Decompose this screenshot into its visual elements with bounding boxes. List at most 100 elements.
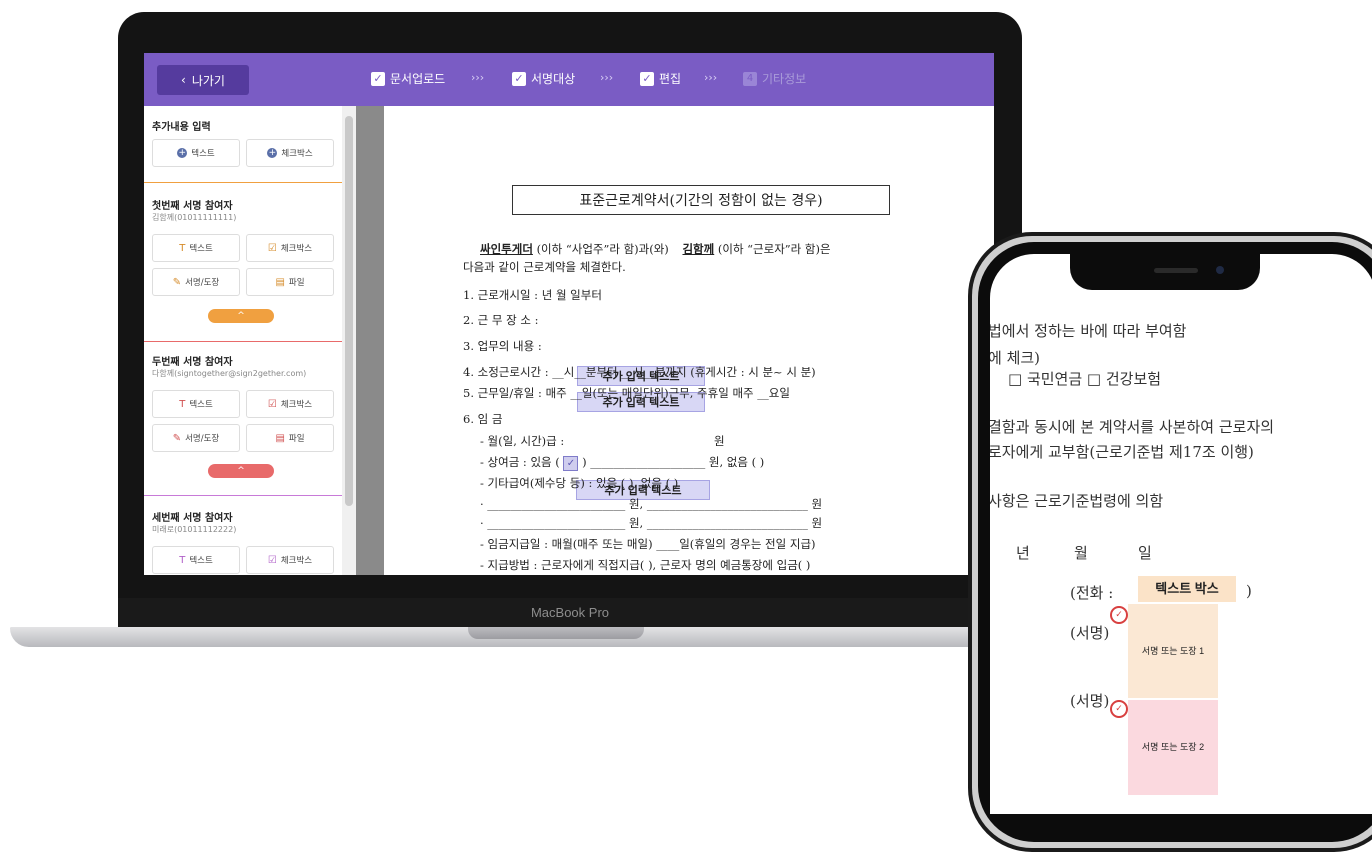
document-page: 표준근로계약서(기간의 정함이 없는 경우) 싸인투게더 (이하 “사업주”라 … xyxy=(384,106,994,575)
date-day-label: 일 xyxy=(1138,544,1152,562)
back-button[interactable]: ‹ 나가기 xyxy=(157,65,249,95)
step-separator: ››› xyxy=(471,71,485,84)
button-label: 텍스트 xyxy=(189,400,213,410)
add-checkbox-button[interactable]: + 체크박스 xyxy=(246,139,334,167)
button-label: 텍스트 xyxy=(189,556,213,566)
step-label: 서명대상 xyxy=(531,72,576,86)
bonus-line: - 상여금 : 있음 ( ✓ ) ____________________ 원,… xyxy=(480,454,764,471)
scrollbar-thumb[interactable] xyxy=(345,116,353,506)
participant-2-text-button[interactable]: T 텍스트 xyxy=(152,390,240,418)
add-content-title: 추가내용 입력 xyxy=(152,122,211,133)
participant-3-checkbox-button[interactable]: ☑ 체크박스 xyxy=(246,546,334,574)
signature-pen-icon: ✎ xyxy=(172,432,182,444)
item-job-label: 3. 업무의 내용 : xyxy=(463,339,542,353)
sign-label-2: (서명) xyxy=(1070,692,1110,710)
text-box-field[interactable]: 텍스트 박스 xyxy=(1138,576,1236,602)
sidebar-scrollbar[interactable] xyxy=(342,106,356,575)
check-icon: ✓ xyxy=(640,71,654,86)
participant-2-sign-button[interactable]: ✎ 서명/도장 xyxy=(152,424,240,452)
item-start-date: 1. 근로개시일 : 년 월 일부터 xyxy=(463,288,602,302)
checkbox-icon: ☑ xyxy=(267,554,277,566)
button-label: 텍스트 xyxy=(189,244,213,254)
participant-1-subtitle: 김함께(01011111111) xyxy=(152,213,237,222)
document-title: 표준근로계약서(기간의 정함이 없는 경우) xyxy=(512,185,890,215)
phone-line-1: 법에서 정하는 바에 따라 부여함 xyxy=(990,322,1187,340)
laptop-screen: ‹ 나가기 ✓ 문서업로드 ››› ✓ 서명대상 ››› ✓ 편집 ››› 4 … xyxy=(144,53,994,575)
participant-1-text-button[interactable]: T 텍스트 xyxy=(152,234,240,262)
participant-2-collapse-toggle[interactable]: ^ xyxy=(208,464,274,478)
other-pay-line: - 기타급여(제수당 등) : 있음 ( ), 없음 ( ) xyxy=(480,476,679,490)
participant-2-file-button[interactable]: ▤ 파일 xyxy=(246,424,334,452)
phone-screen: 법에서 정하는 바에 따라 부여함 에 체크) □ 국민연금 □ 건강보험 결함… xyxy=(990,254,1372,814)
sign-label-1: (서명) xyxy=(1070,624,1110,642)
button-label: 텍스트 xyxy=(191,149,215,159)
phone-line-4: 로자에게 교부함(근로기준법 제17조 이행) xyxy=(990,443,1254,461)
text-icon: T xyxy=(179,554,186,566)
participant-3-title: 세번째 서명 참여자 xyxy=(152,513,233,524)
button-label: 체크박스 xyxy=(281,149,313,159)
employee-suffix: (이하 “근로자”라 함)은 xyxy=(717,242,831,256)
step-label: 편집 xyxy=(659,72,682,86)
button-label: 체크박스 xyxy=(280,244,313,254)
participant-2-subtitle: 다함께(signtogether@sign2gether.com) xyxy=(152,369,307,378)
step-separator: ››› xyxy=(704,71,718,84)
signature-box-1[interactable]: 서명 또는 도장 1 xyxy=(1128,604,1218,698)
text-icon: T xyxy=(179,242,186,254)
participant-2-checkbox-button[interactable]: ☑ 체크박스 xyxy=(246,390,334,418)
step-label: 기타정보 xyxy=(762,72,807,86)
button-label: 파일 xyxy=(288,278,305,288)
check-badge-icon: ✓ xyxy=(1110,700,1128,718)
phone-number-prefix: (전화 : xyxy=(1070,584,1114,602)
speaker-grille xyxy=(1154,268,1198,273)
phone-line-5: 사항은 근로기준법령에 의함 xyxy=(990,492,1164,510)
signature-pen-icon: ✎ xyxy=(172,276,182,288)
participant-3-text-button[interactable]: T 텍스트 xyxy=(152,546,240,574)
button-label: 체크박스 xyxy=(280,556,313,566)
text-icon: T xyxy=(179,398,186,410)
check-badge-icon: ✓ xyxy=(1110,606,1128,624)
document-gutter xyxy=(356,106,384,575)
button-label: 체크박스 xyxy=(280,400,313,410)
top-navigation-bar: ‹ 나가기 ✓ 문서업로드 ››› ✓ 서명대상 ››› ✓ 편집 ››› 4 … xyxy=(144,53,994,106)
bonus-checkbox[interactable]: ✓ xyxy=(563,455,579,471)
step-label: 문서업로드 xyxy=(390,72,446,86)
phone-insurance-line[interactable]: □ 국민연금 □ 건강보험 xyxy=(1008,368,1161,389)
step-signers[interactable]: ✓ 서명대상 xyxy=(512,70,575,87)
chevron-left-icon: ‹ xyxy=(181,73,186,87)
employer-suffix: (이하 “사업주”라 함)과(와) xyxy=(536,242,669,256)
file-icon: ▤ xyxy=(275,432,285,444)
employer-name[interactable]: 싸인투게더 xyxy=(480,244,533,256)
participant-2-title: 두번째 서명 참여자 xyxy=(152,357,233,368)
step-edit[interactable]: ✓ 편집 xyxy=(640,70,681,87)
item-workplace-label: 2. 근 무 장 소 : xyxy=(463,313,539,327)
participant-1-file-button[interactable]: ▤ 파일 xyxy=(246,268,334,296)
back-button-label: 나가기 xyxy=(191,73,225,88)
date-year-label: 년 xyxy=(1016,544,1030,562)
add-text-button[interactable]: + 텍스트 xyxy=(152,139,240,167)
checkbox-icon: ☑ xyxy=(267,398,277,410)
item-wage: 6. 임 금 xyxy=(463,412,503,426)
button-label: 서명/도장 xyxy=(185,434,220,444)
participant-3-subtitle: 미래로(01011112222) xyxy=(152,525,237,534)
check-icon: ✓ xyxy=(371,71,385,86)
participant-1-checkbox-button[interactable]: ☑ 체크박스 xyxy=(246,234,334,262)
step-other-info[interactable]: 4 기타정보 xyxy=(743,70,806,87)
item-workdays: 5. 근무일/휴일 : 매주 __일(또는 매일단위)근무, 주휴일 매주 __… xyxy=(463,386,790,400)
step-document-upload[interactable]: ✓ 문서업로드 xyxy=(371,70,445,87)
bonus-suffix: ) ____________________ 원, 없음 ( ) xyxy=(582,455,765,469)
wage-unit: 원 xyxy=(714,434,725,448)
sidebar: 추가내용 입력 + 텍스트 + 체크박스 첫번째 서명 참여자 김함께(0101… xyxy=(144,106,342,575)
participant-1-sign-button[interactable]: ✎ 서명/도장 xyxy=(152,268,240,296)
employee-name[interactable]: 김함께 xyxy=(682,244,714,256)
plus-icon: + xyxy=(267,148,278,158)
participant-1-collapse-toggle[interactable]: ^ xyxy=(208,309,274,323)
item-work-hours: 4. 소정근로시간 : __시__분부터 __시__분까지 (휴게시간 : 시 … xyxy=(463,365,816,379)
file-icon: ▤ xyxy=(275,276,285,288)
plus-icon: + xyxy=(177,148,188,158)
phone-line-2: 에 체크) xyxy=(990,349,1041,367)
bonus-prefix: - 상여금 : 있음 ( xyxy=(480,455,560,469)
other-pay-detail-2: · ________________________ 원, __________… xyxy=(480,516,823,530)
signature-box-2[interactable]: 서명 또는 도장 2 xyxy=(1128,700,1218,795)
button-label: 서명/도장 xyxy=(185,278,220,288)
step-separator: ››› xyxy=(600,71,614,84)
